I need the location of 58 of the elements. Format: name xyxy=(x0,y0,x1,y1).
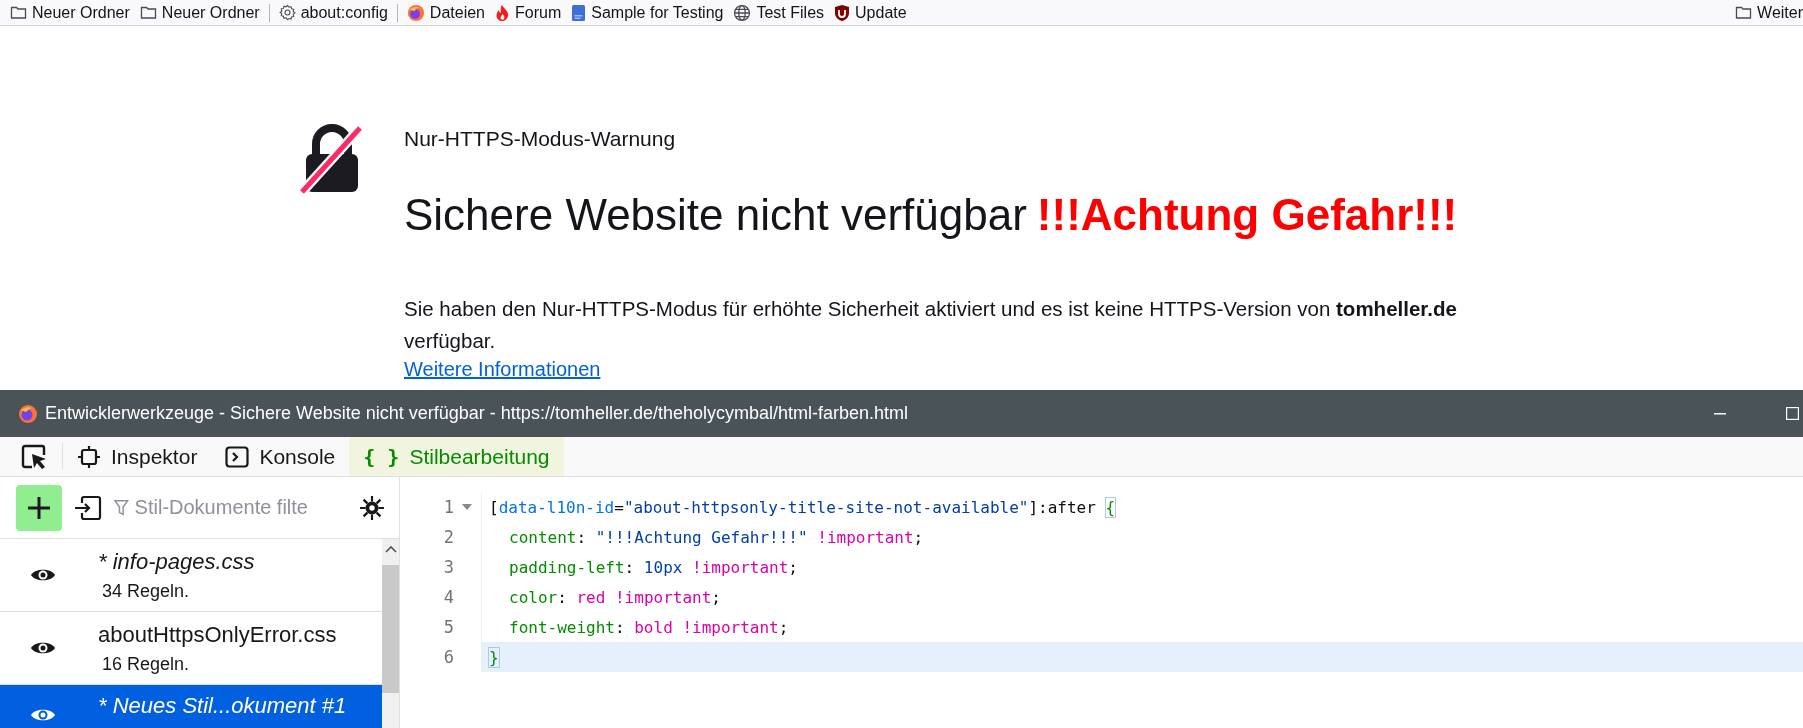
more-info-link[interactable]: Weitere Informationen xyxy=(404,357,601,382)
new-stylesheet-button[interactable] xyxy=(16,484,62,531)
bookmark[interactable]: Update xyxy=(829,1,912,24)
bookmark[interactable]: about:config xyxy=(273,1,393,24)
firefox-icon xyxy=(406,3,425,22)
line-number: 6 xyxy=(443,647,455,667)
bookmark[interactable]: Neuer Ordner xyxy=(5,1,135,24)
minimize-icon[interactable] xyxy=(1714,412,1726,415)
globe-icon xyxy=(733,3,752,22)
bookmark[interactable]: Test Files xyxy=(728,1,830,24)
shield-icon xyxy=(834,3,851,22)
stylesheet-name: * Neues Stil...okument #1 xyxy=(98,693,347,719)
maximize-icon[interactable] xyxy=(1786,407,1799,420)
devtools-tab[interactable]: { } Stilbearbeitung xyxy=(349,437,564,476)
code-line: [data-l10n-id="about-httpsonly-title-site-not-available"]:after { xyxy=(488,496,1117,519)
bookmark[interactable]: Sample for Testing xyxy=(566,1,729,24)
line-number: 5 xyxy=(443,617,455,637)
import-icon[interactable] xyxy=(74,494,102,521)
eye-icon[interactable] xyxy=(30,640,56,656)
firefox-icon xyxy=(18,403,38,424)
flame-icon xyxy=(495,3,510,22)
line-number: 3 xyxy=(443,557,455,577)
folder-icon xyxy=(1735,5,1753,20)
bookmark[interactable]: Forum xyxy=(490,1,567,24)
element-picker-icon[interactable] xyxy=(20,442,48,471)
folder-icon xyxy=(139,5,157,20)
console-icon xyxy=(225,445,250,468)
devtools-tab[interactable]: Konsole xyxy=(211,437,350,476)
description-text: Sie haben den Nur-HTTPS-Modus für erhöhte Sicherheit aktiviert und es ist keine HTTPS-Version von tomheller.de verfügbar. xyxy=(404,296,1458,354)
stylesheet-item[interactable]: * Neues Stil...okument #1 xyxy=(0,685,382,728)
bookmark[interactable]: Dateien xyxy=(401,1,490,24)
window-title: Entwicklerwerkzeuge - Sichere Website nicht verfügbar - https://tomheller.de/theholycymbal/html-farben.html xyxy=(45,403,910,424)
frame-icon xyxy=(77,444,101,469)
filter-field[interactable]: Stil-Dokumente filte xyxy=(114,496,347,519)
code-line: font-weight: bold !important; xyxy=(508,616,790,639)
code-line: content: "!!!Achtung Gefahr!!!" !important; xyxy=(508,526,925,549)
document-icon xyxy=(571,3,587,22)
folder-icon xyxy=(10,5,27,20)
rule-count: 16 Regeln. xyxy=(101,653,191,675)
code-line: color: red !important; xyxy=(508,586,722,609)
eye-icon[interactable] xyxy=(30,567,56,583)
bookmark[interactable]: Neuer Ordner xyxy=(134,1,265,24)
settings-icon[interactable] xyxy=(359,494,385,521)
plus-icon xyxy=(26,494,52,521)
scrollbar[interactable] xyxy=(382,539,399,728)
line-number: 4 xyxy=(443,587,455,607)
page-subtitle: Nur-HTTPS-Modus-Warnung xyxy=(404,126,677,152)
code-line: padding-left: 10px !important; xyxy=(508,556,799,579)
devtools-tab[interactable]: Inspektor xyxy=(63,437,212,476)
filter-icon xyxy=(114,498,129,517)
other-bookmarks-folder[interactable]: Weiter xyxy=(1730,1,1803,24)
settings-icon xyxy=(278,4,296,21)
caret-icon[interactable] xyxy=(384,545,397,553)
stylesheet-name: aboutHttpsOnlyError.css xyxy=(98,621,337,648)
rule-count: 34 Regeln. xyxy=(101,580,191,602)
line-number: 2 xyxy=(443,527,455,547)
page-heading: Sichere Website nicht verfügbar !!!Achtung Gefahr!!! xyxy=(404,189,1459,241)
stylesheet-name: * info-pages.css xyxy=(98,548,255,575)
